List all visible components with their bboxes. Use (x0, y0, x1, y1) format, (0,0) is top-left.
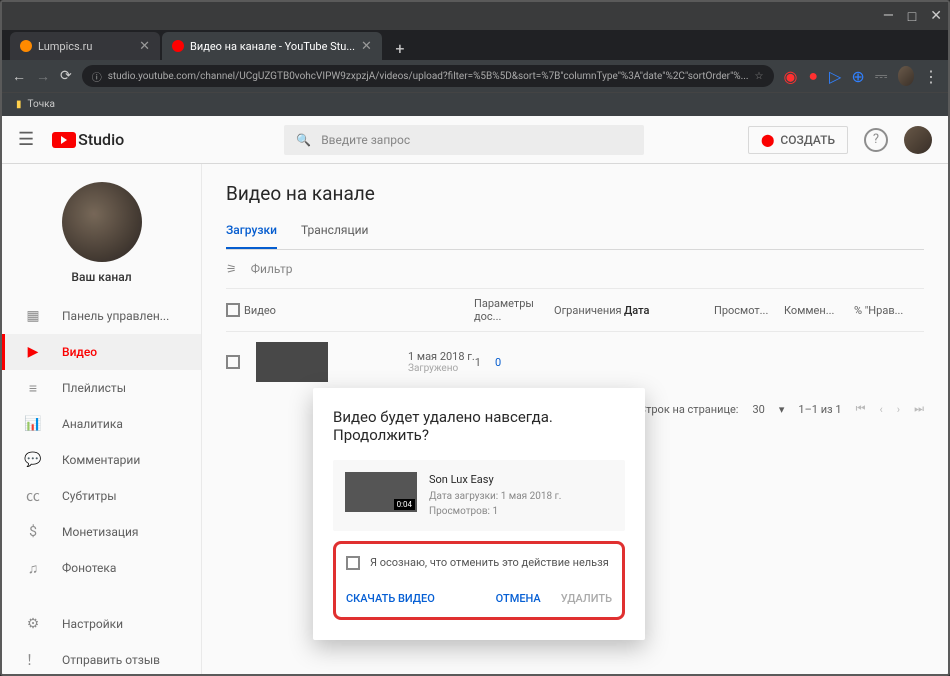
youtube-studio-app: ☰ Studio 🔍 Введите запрос ⬤ СОЗДАТЬ ? (2, 116, 948, 676)
forward-icon[interactable]: → (36, 68, 50, 85)
favicon-icon (172, 40, 184, 52)
ext-icon[interactable]: ⎓ (875, 69, 888, 83)
back-icon[interactable]: ← (12, 68, 26, 85)
tab-title: Видео на канале - YouTube Stu... (190, 40, 355, 53)
delete-dialog: Видео будет удалено навсегда. Продолжить… (313, 388, 645, 640)
dialog-thumbnail: 0:04 (345, 472, 417, 512)
ext-icon[interactable]: ● (807, 69, 819, 83)
star-icon[interactable]: ☆ (755, 71, 764, 82)
folder-icon: ▮ (16, 99, 22, 110)
tab-close-icon[interactable]: ✕ (361, 39, 372, 54)
window-titlebar: — □ ✕ (2, 2, 948, 30)
reload-icon[interactable]: ⟳ (60, 68, 72, 84)
new-tab-button[interactable]: + (388, 36, 412, 60)
lock-icon: ⓘ (92, 69, 102, 84)
favicon-icon (20, 40, 32, 52)
duration-badge: 0:04 (394, 499, 415, 510)
menu-icon[interactable]: ⋮ (924, 69, 938, 83)
dialog-title: Видео будет удалено навсегда. Продолжить… (333, 408, 625, 444)
profile-avatar[interactable] (898, 66, 914, 86)
window-maximize[interactable]: □ (908, 8, 916, 25)
ext-icon[interactable]: ▷ (829, 69, 841, 83)
tab-title: Lumpics.ru (38, 40, 92, 53)
browser-tabs: Lumpics.ru ✕ Видео на канале - YouTube S… (2, 30, 948, 60)
window-close[interactable]: ✕ (930, 8, 942, 24)
url-text: studio.youtube.com/channel/UCgUZGTB0vohc… (108, 71, 749, 82)
ext-icon[interactable]: ⊕ (851, 69, 864, 83)
dialog-upload-date: Дата загрузки: 1 мая 2018 г. (429, 489, 561, 504)
confirm-label: Я осознаю, что отменить это действие нел… (370, 556, 609, 569)
confirm-checkbox[interactable] (346, 556, 360, 570)
browser-tab[interactable]: Lumpics.ru ✕ (10, 32, 160, 60)
window-minimize[interactable]: — (883, 8, 894, 24)
modal-overlay: Видео будет удалено навсегда. Продолжить… (2, 116, 948, 676)
bookmark-item[interactable]: Точка (28, 99, 55, 110)
cancel-button[interactable]: ОТМЕНА (496, 592, 541, 605)
dialog-video-title: Son Lux Easy (429, 472, 561, 489)
delete-button[interactable]: УДАЛИТЬ (561, 592, 612, 605)
ext-icon[interactable]: ◉ (784, 69, 798, 83)
url-field[interactable]: ⓘ studio.youtube.com/channel/UCgUZGTB0vo… (82, 65, 774, 87)
dialog-confirm-box: Я осознаю, что отменить это действие нел… (333, 541, 625, 620)
tab-close-icon[interactable]: ✕ (139, 39, 150, 54)
address-bar: ← → ⟳ ⓘ studio.youtube.com/channel/UCgUZ… (2, 60, 948, 92)
dialog-views: Просмотров: 1 (429, 504, 561, 519)
browser-tab[interactable]: Видео на канале - YouTube Stu... ✕ (162, 32, 382, 60)
dialog-video-card: 0:04 Son Lux Easy Дата загрузки: 1 мая 2… (333, 460, 625, 531)
download-button[interactable]: СКАЧАТЬ ВИДЕО (346, 592, 435, 605)
bookmarks-bar: ▮ Точка (2, 92, 948, 116)
